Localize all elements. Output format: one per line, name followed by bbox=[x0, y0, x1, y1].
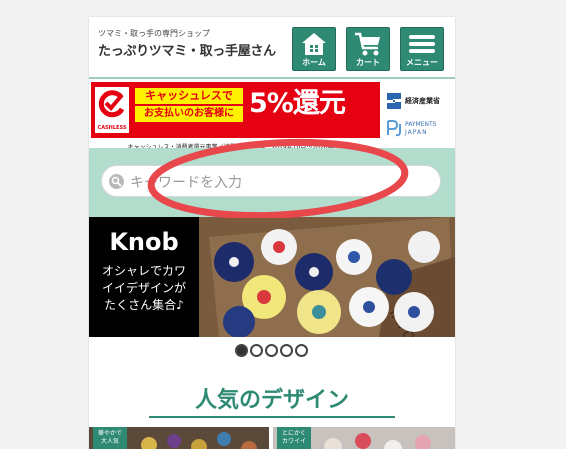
banner-line2: お支払いのお客様に bbox=[135, 106, 243, 122]
hero-copy: オシャレでカワ イイデザインが たくさん集合♪ bbox=[89, 263, 199, 314]
card-1-tag-line1: 華やかで bbox=[97, 430, 122, 437]
carousel-dot-5[interactable] bbox=[295, 344, 308, 357]
carousel-dot-1[interactable] bbox=[235, 344, 248, 357]
cart-button[interactable]: カート bbox=[346, 27, 390, 71]
header-divider bbox=[89, 77, 455, 79]
card-2-tag-line1: とにかく bbox=[281, 430, 306, 437]
banner-headline: 5%還元 bbox=[249, 88, 346, 119]
carousel-dot-2[interactable] bbox=[250, 344, 263, 357]
search-icon bbox=[109, 174, 124, 189]
popular-card-2[interactable]: とにかく カワイイ bbox=[273, 427, 455, 449]
menu-button-label: メニュー bbox=[406, 58, 438, 67]
popular-card-1[interactable]: 華やかで 大人気 bbox=[89, 427, 269, 449]
popular-heading-underline bbox=[149, 416, 395, 418]
carousel-dots bbox=[235, 344, 311, 357]
mobile-page: ツマミ・取っ手の専門ショップ たっぷりツマミ・取っ手屋さん ホーム カート メニ… bbox=[89, 17, 455, 449]
hero-copy-line3: たくさん集合♪ bbox=[104, 298, 184, 312]
shop-name-logo[interactable]: たっぷりツマミ・取っ手屋さん bbox=[98, 40, 276, 59]
annotation-highlight-ellipse bbox=[147, 138, 409, 218]
popular-heading: 人気のデザイン bbox=[194, 388, 349, 413]
cashless-check-icon bbox=[98, 90, 125, 118]
carousel-dot-4[interactable] bbox=[280, 344, 293, 357]
card-1-tag: 華やかで 大人気 bbox=[93, 427, 127, 449]
meti-name: 経済産業省 bbox=[405, 97, 440, 105]
cashless-logo-word: CASHLESS bbox=[97, 125, 127, 131]
card-2-tag-line2: カワイイ bbox=[281, 438, 306, 445]
hero-caption-panel: Knob オシャレでカワ イイデザインが たくさん集合♪ bbox=[89, 217, 199, 337]
shop-tagline: ツマミ・取っ手の専門ショップ bbox=[98, 29, 210, 38]
meti-emblem-icon bbox=[387, 93, 401, 109]
carousel-dot-3[interactable] bbox=[265, 344, 278, 357]
cart-icon bbox=[355, 32, 380, 56]
meti-logo: 経済産業省 bbox=[385, 90, 451, 112]
card-1-tag-line2: 大人気 bbox=[100, 438, 119, 445]
cart-button-label: カート bbox=[356, 58, 380, 67]
home-button[interactable]: ホーム bbox=[292, 27, 336, 71]
menu-icon bbox=[409, 35, 435, 53]
menu-button[interactable]: メニュー bbox=[400, 27, 444, 71]
home-button-label: ホーム bbox=[302, 58, 326, 67]
hero-copy-line1: オシャレでカワ bbox=[101, 264, 186, 278]
cashless-banner-main: CASHLESS キャッシュレスで お支払いのお客様に 5%還元 bbox=[91, 82, 380, 138]
site-header: ツマミ・取っ手の専門ショップ たっぷりツマミ・取っ手屋さん ホーム カート メニ… bbox=[89, 17, 455, 77]
card-2-tag: とにかく カワイイ bbox=[277, 427, 311, 449]
hero-title: Knob bbox=[109, 228, 179, 256]
cashless-logo: CASHLESS bbox=[95, 87, 129, 133]
hero-copy-line2: イイデザインが bbox=[101, 281, 186, 295]
home-icon bbox=[302, 33, 326, 55]
payments-japan-line1: PAYMENTS bbox=[405, 121, 437, 128]
banner-line1: キャッシュレスで bbox=[135, 88, 243, 104]
hero-slide[interactable]: IMPORT Knob オシャレでカワ イイデザインが bbox=[89, 217, 455, 337]
